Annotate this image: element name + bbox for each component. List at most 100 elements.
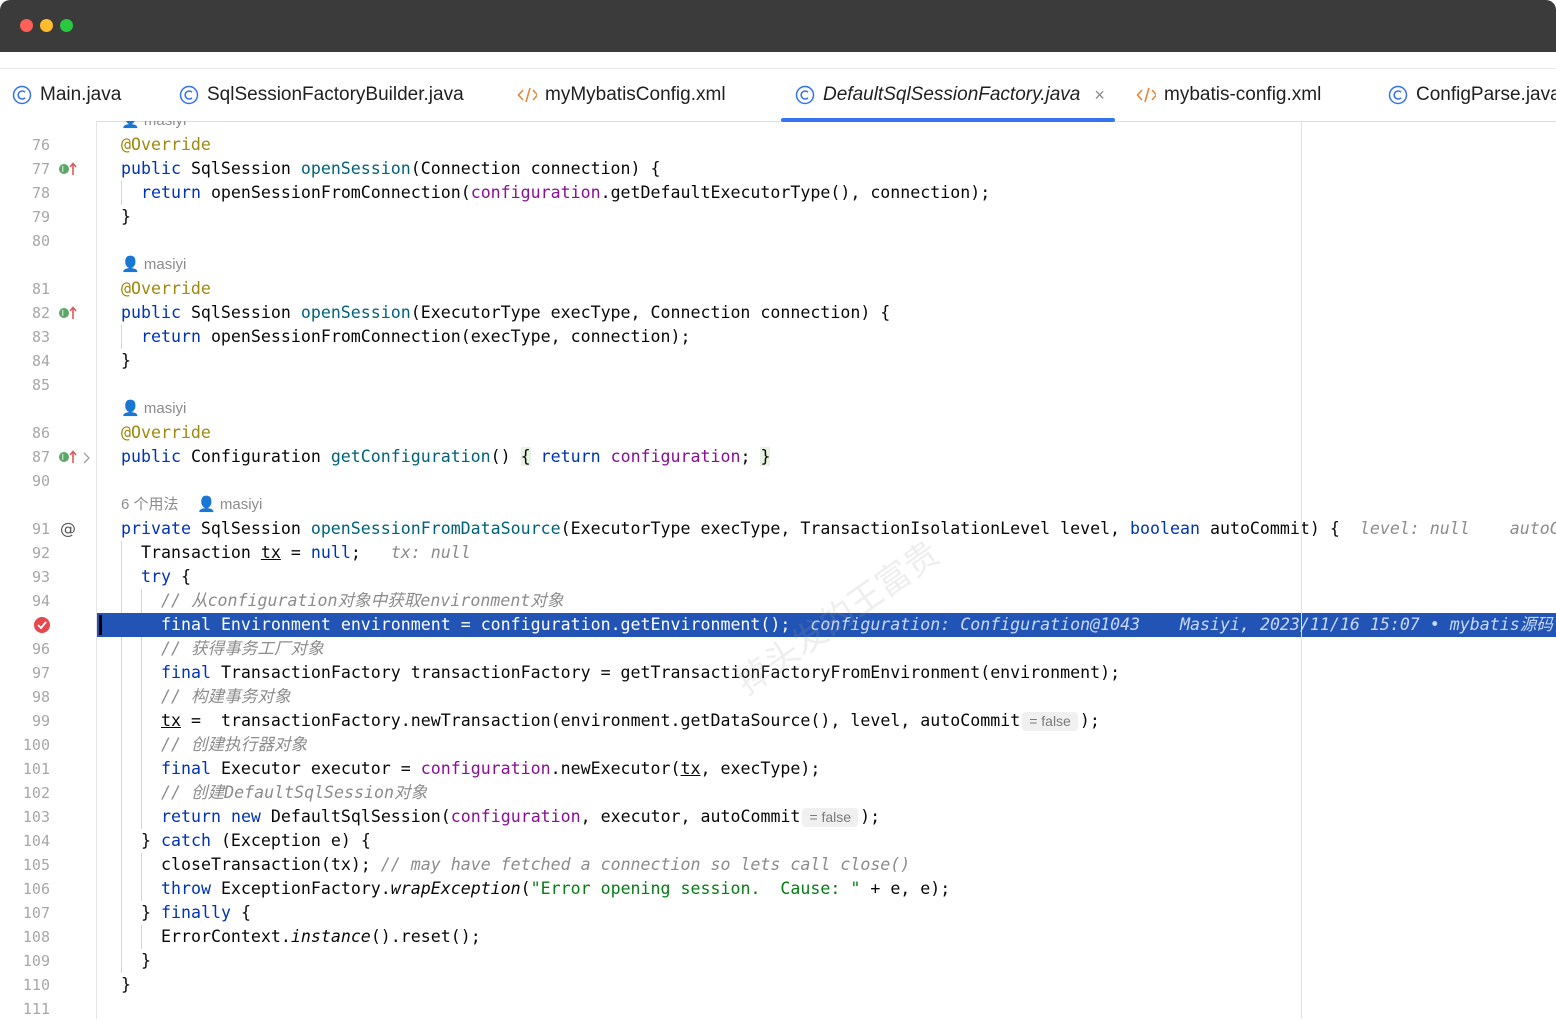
line-number: 104: [22, 832, 50, 850]
override-implementation-icon[interactable]: I: [58, 161, 78, 177]
line-number: 81: [31, 280, 50, 298]
code-line: throw ExceptionFactory.wrapException("Er…: [161, 879, 951, 898]
tab-mybatis-config-xml[interactable]: mybatis-config.xml: [1136, 69, 1321, 121]
svg-text:I: I: [62, 453, 64, 462]
code-line: closeTransaction(tx); // may have fetche…: [161, 855, 911, 874]
code-line: return openSessionFromConnection(execTyp…: [141, 327, 691, 346]
override-implementation-icon[interactable]: I: [58, 305, 78, 321]
code-line: }: [121, 975, 131, 994]
line-number: 98: [31, 688, 50, 706]
fold-chevron-icon[interactable]: [82, 450, 92, 469]
tab-defaultsqlsessionfactory[interactable]: DefaultSqlSessionFactory.java ×: [781, 69, 1115, 122]
author-name: masiyi: [143, 400, 187, 417]
line-number: 83: [31, 328, 50, 346]
class-icon: [179, 85, 199, 105]
usages-hint[interactable]: 6 个用法: [121, 493, 179, 517]
current-execution-line[interactable]: final Environment environment = configur…: [97, 613, 1556, 637]
inlay-hint: = false: [1022, 712, 1078, 731]
line-number: 82: [31, 304, 50, 322]
right-margin-guide: [1301, 121, 1302, 1019]
code-line: ErrorContext.instance().reset();: [161, 927, 481, 946]
author-hint[interactable]: 👤 masiyi: [121, 121, 186, 133]
line-number: 93: [31, 568, 50, 586]
user-icon: 👤: [197, 496, 220, 513]
tab-configparse-java[interactable]: ConfigParse.java: [1388, 69, 1556, 121]
author-hint[interactable]: 👤 masiyi: [121, 253, 186, 277]
line-number: 90: [31, 472, 50, 490]
author-name: masiyi: [144, 121, 187, 129]
code-line: public Configuration getConfiguration() …: [121, 447, 771, 466]
tab-label: ConfigParse.java: [1416, 84, 1556, 105]
user-icon: 👤: [121, 256, 144, 273]
tab-label: mybatis-config.xml: [1164, 84, 1322, 105]
code-line: private SqlSession openSessionFromDataSo…: [97, 517, 1556, 541]
close-tab-icon[interactable]: ×: [1094, 85, 1105, 106]
code-line: Transaction tx = null; tx: null: [141, 543, 471, 562]
editor-gutter[interactable]: 76 77 I 78 79 80 81 82 I 83 84 85 86 87 …: [0, 121, 97, 1019]
line-number: 100: [22, 736, 50, 754]
line-number: 99: [31, 712, 50, 730]
breakpoint-icon[interactable]: [33, 616, 51, 638]
code-line: } finally {: [141, 903, 251, 922]
user-icon: 👤: [121, 121, 144, 129]
line-number: 105: [22, 856, 50, 874]
line-number: 79: [31, 208, 50, 226]
code-line: // 创建DefaultSqlSession对象: [161, 783, 428, 802]
code-line: public SqlSession openSession(ExecutorTy…: [121, 303, 891, 322]
line-number: 86: [31, 424, 50, 442]
code-line: }: [121, 207, 131, 226]
minimize-window-button[interactable]: [40, 19, 53, 32]
code-line: } catch (Exception e) {: [141, 831, 371, 850]
tab-label: DefaultSqlSessionFactory.java: [823, 84, 1081, 105]
line-number: 77: [31, 160, 50, 178]
line-number: 97: [31, 664, 50, 682]
svg-text:I: I: [62, 309, 64, 318]
author-name: masiyi: [143, 256, 187, 273]
inlay-hint: = false: [802, 808, 859, 827]
code-line: tx = transactionFactory.newTransaction(e…: [161, 711, 1100, 731]
line-number: 103: [22, 808, 50, 826]
debug-value-hint: autoCommit: [1509, 519, 1556, 538]
code-line: // 从configuration对象中获取environment对象: [161, 591, 564, 610]
close-window-button[interactable]: [20, 19, 33, 32]
tab-label: Main.java: [40, 84, 122, 105]
code-line: // 获得事务工厂对象: [161, 639, 324, 658]
tab-main-java[interactable]: Main.java: [12, 69, 121, 121]
class-icon: [795, 85, 815, 105]
line-number: 110: [22, 976, 50, 994]
line-number: 92: [31, 544, 50, 562]
line-number: 102: [22, 784, 50, 802]
tab-mymybatisconfig-xml[interactable]: myMybatisConfig.xml: [517, 69, 726, 121]
maximize-window-button[interactable]: [60, 19, 73, 32]
annotation: @Override: [121, 423, 211, 442]
debug-value-hint: configuration: Configuration@1043: [810, 615, 1141, 634]
line-number: 107: [22, 904, 50, 922]
xml-icon: [517, 85, 537, 105]
code-line: }: [121, 351, 131, 370]
tab-sqlsessionfactorybuilder[interactable]: SqlSessionFactoryBuilder.java: [179, 69, 464, 121]
author-name: masiyi: [219, 496, 263, 513]
code-line: final Executor executor = configuration.…: [161, 759, 821, 778]
line-number: 94: [31, 592, 50, 610]
line-number: 108: [22, 928, 50, 946]
author-hint[interactable]: 👤 masiyi: [197, 493, 262, 517]
annotation: @Override: [121, 279, 211, 298]
author-hint[interactable]: 👤 masiyi: [121, 397, 186, 421]
at-annotation-icon[interactable]: @: [60, 517, 76, 541]
code-editor[interactable]: 👤 masiyi @Override public SqlSession ope…: [97, 121, 1556, 1019]
class-icon: [1388, 85, 1408, 105]
code-line: return new DefaultSqlSession(configurati…: [161, 807, 881, 827]
code-line: return openSessionFromConnection(configu…: [141, 183, 991, 202]
line-number: 76: [31, 136, 50, 154]
line-number: 96: [31, 640, 50, 658]
window-titlebar: [0, 0, 1556, 52]
override-implementation-icon[interactable]: I: [58, 449, 78, 465]
code-line: try {: [141, 567, 191, 586]
annotation: @Override: [121, 135, 211, 154]
git-blame-hint: Masiyi, 2023/11/16 15:07 • mybatis源码: [1180, 615, 1553, 634]
line-number: 111: [22, 1000, 50, 1018]
line-number: 109: [22, 952, 50, 970]
code-line: // 创建执行器对象: [161, 735, 308, 754]
line-number: 101: [22, 760, 50, 778]
text-caret: [99, 615, 102, 635]
